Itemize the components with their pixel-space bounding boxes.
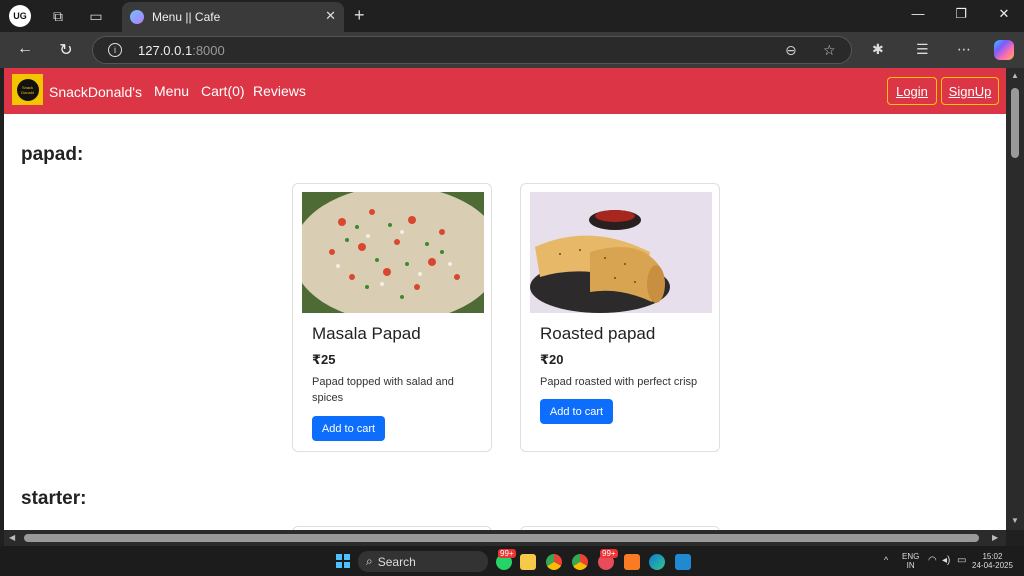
scroll-down-icon[interactable]: ▼: [1011, 516, 1019, 525]
restore-icon[interactable]: ❐: [951, 6, 971, 22]
show-hidden-icons[interactable]: ^: [884, 556, 888, 565]
vscode-icon[interactable]: [675, 554, 691, 570]
section-title-starter: starter:: [21, 488, 87, 509]
favorites-icon[interactable]: ☰: [916, 41, 929, 58]
login-button[interactable]: Login: [887, 77, 937, 105]
page-viewport: Snack Donald SnackDonald's Menu Cart(0) …: [4, 68, 1006, 530]
scroll-right-icon[interactable]: ▶: [992, 533, 998, 542]
site-info-icon[interactable]: i: [108, 43, 122, 57]
scroll-left-icon[interactable]: ◀: [9, 533, 15, 542]
add-to-cart-button[interactable]: Add to cart: [540, 399, 613, 424]
notification-badge: 99+: [498, 549, 516, 558]
extensions-icon[interactable]: ✱: [872, 41, 884, 58]
close-tab-icon[interactable]: ✕: [325, 8, 336, 24]
vertical-scroll-thumb[interactable]: [1011, 88, 1019, 158]
edge-icon[interactable]: [649, 554, 665, 570]
battery-icon[interactable]: ▭: [957, 556, 966, 566]
site-navbar: Snack Donald SnackDonald's Menu Cart(0) …: [4, 68, 1006, 114]
scroll-up-icon[interactable]: ▲: [1011, 71, 1019, 80]
search-icon: ⌕: [366, 554, 373, 568]
item-price: ₹25: [312, 352, 336, 367]
search-label: Search: [377, 554, 416, 569]
favorite-star-icon[interactable]: ☆: [823, 42, 836, 59]
tab-title: Menu || Cafe: [152, 10, 221, 24]
toolbar: ← ↻ i 127.0.0.1:8000 ⊖ ☆ ✱ ☰ ⋯: [0, 32, 1024, 68]
roasted-papad-image: [530, 192, 712, 313]
copilot-icon[interactable]: [994, 40, 1014, 60]
xampp-icon[interactable]: [624, 554, 640, 570]
nav-link-menu[interactable]: Menu: [154, 83, 189, 99]
reload-icon[interactable]: ↻: [55, 40, 77, 60]
language-indicator[interactable]: ENG IN: [902, 552, 919, 570]
clock[interactable]: 15:02 24-04-2025: [972, 552, 1013, 570]
tab-actions-icon[interactable]: ▭: [86, 6, 106, 26]
site-logo[interactable]: Snack Donald: [12, 74, 43, 105]
nav-link-reviews[interactable]: Reviews: [253, 83, 306, 99]
chrome-icon[interactable]: [546, 554, 562, 570]
profile-avatar[interactable]: UG: [9, 5, 31, 27]
file-explorer-icon[interactable]: [520, 554, 536, 570]
item-name: Masala Papad: [312, 324, 421, 343]
windows-start-icon[interactable]: [336, 554, 350, 568]
new-tab-icon[interactable]: +: [354, 5, 365, 26]
url-text: 127.0.0.1:8000: [138, 43, 225, 58]
brand-name[interactable]: SnackDonald's: [49, 84, 142, 100]
wifi-icon[interactable]: ◠: [928, 556, 937, 566]
add-to-cart-button[interactable]: Add to cart: [312, 416, 385, 441]
item-price: ₹20: [540, 352, 564, 367]
section-title-papad: papad:: [21, 144, 84, 165]
item-description: Papad topped with salad and spices: [312, 376, 454, 404]
tab-strip: UG ⧉ ▭ Menu || Cafe ✕ + — ❐ ✕: [0, 0, 1024, 32]
volume-icon[interactable]: ◂): [942, 556, 950, 566]
nav-link-cart[interactable]: Cart(0): [201, 83, 245, 99]
item-name: Roasted papad: [540, 324, 656, 343]
zoom-icon[interactable]: ⊖: [785, 42, 797, 59]
taskbar-search[interactable]: ⌕ Search: [358, 551, 488, 572]
whatsapp-icon[interactable]: 99+: [496, 549, 516, 570]
notification-badge: 99+: [600, 549, 618, 558]
workspaces-icon[interactable]: ⧉: [48, 6, 68, 26]
horizontal-scrollbar[interactable]: ◀ ▶: [4, 530, 1006, 546]
tab-menu-cafe[interactable]: Menu || Cafe ✕: [122, 2, 344, 32]
signup-button[interactable]: SignUp: [941, 77, 999, 105]
windows-taskbar: ⌕ Search 99+ 99+ ^ ENG IN ◠ ◂) ▭ 15:02 24-…: [0, 546, 1024, 576]
item-description: Papad roasted with perfect crisp: [540, 376, 698, 388]
chat-app-icon[interactable]: 99+: [598, 549, 618, 570]
menu-card: Roasted papad ₹20 Papad roasted with per…: [520, 183, 720, 452]
back-icon[interactable]: ←: [14, 40, 36, 60]
tab-favicon-icon: [130, 10, 144, 24]
address-bar[interactable]: i 127.0.0.1:8000 ⊖ ☆: [92, 36, 852, 64]
vertical-scrollbar[interactable]: ▲ ▼: [1006, 68, 1024, 530]
menu-card: Masala Papad ₹25 Papad topped with salad…: [292, 183, 492, 452]
logo-text: Snack Donald: [16, 78, 39, 101]
more-options-icon[interactable]: ⋯: [957, 41, 971, 58]
horizontal-scroll-thumb[interactable]: [24, 534, 979, 542]
chrome-profile-icon[interactable]: [572, 554, 588, 570]
close-window-icon[interactable]: ✕: [994, 6, 1014, 22]
minimize-icon[interactable]: —: [908, 6, 928, 21]
masala-papad-image: [302, 192, 484, 313]
